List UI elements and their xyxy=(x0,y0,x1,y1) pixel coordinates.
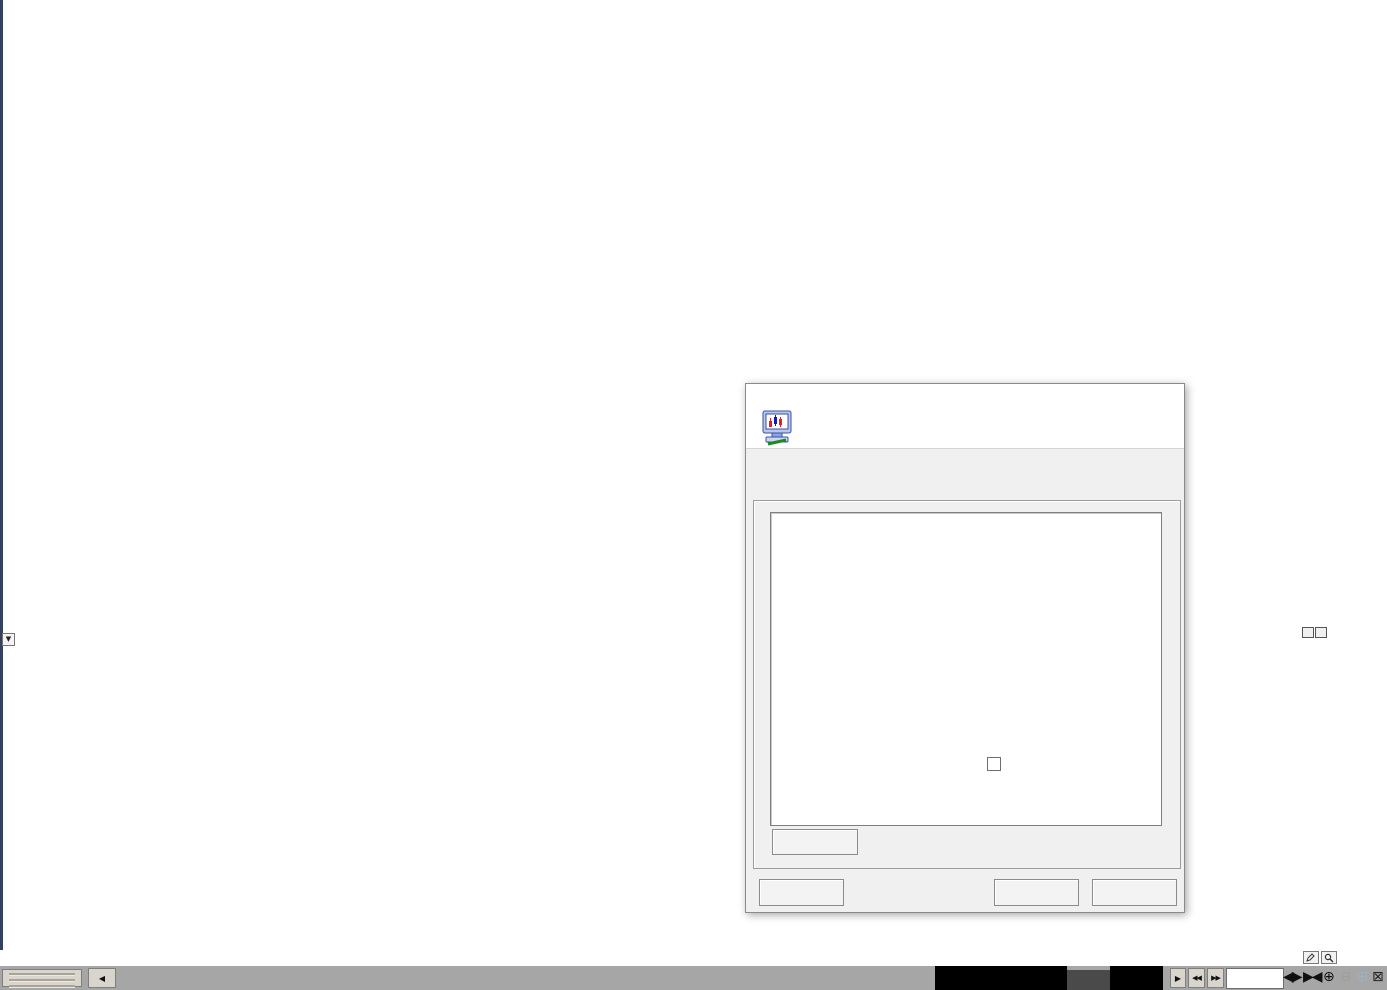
pane-minimize-button[interactable] xyxy=(1302,627,1314,638)
navigator-silhouette xyxy=(117,966,935,990)
navigator-viewport-block2[interactable] xyxy=(1110,966,1163,990)
system-trading-settings-dialog xyxy=(745,383,1185,913)
edit-button[interactable] xyxy=(759,879,844,906)
pane-close-button[interactable] xyxy=(1315,627,1327,638)
scroll-left-button[interactable]: ◀ xyxy=(88,968,116,988)
trading-app-window: ▼ ◀ ▶ ◀◀ ▶▶ ◀▶ ▶◀ ⊕ ⊖ ⊞ ⊠ xyxy=(0,0,1387,990)
checkbox-box[interactable] xyxy=(987,757,1001,771)
zoom-in-icon[interactable]: ⊕ xyxy=(1323,969,1335,986)
save-default-checkbox-row[interactable] xyxy=(987,757,1006,771)
page-forward-button[interactable]: ▶▶ xyxy=(1207,968,1224,988)
time-axis xyxy=(0,950,1387,966)
edit-variables-button[interactable] xyxy=(772,829,858,855)
navigator-recent-bars xyxy=(1067,970,1110,990)
bar-count-input[interactable] xyxy=(1226,968,1284,989)
grid-view-icon[interactable]: ⊞ xyxy=(1356,969,1368,986)
pane-collapse-icon[interactable]: ▼ xyxy=(2,633,15,646)
compress-bars-icon[interactable]: ▶◀ xyxy=(1303,969,1321,986)
expand-bars-icon[interactable]: ◀▶ xyxy=(1283,969,1301,986)
navigator-viewport-block[interactable] xyxy=(935,966,1067,990)
ok-button[interactable] xyxy=(994,879,1079,906)
window-left-edge xyxy=(0,0,3,950)
dialog-titlebar[interactable] xyxy=(746,384,1184,407)
dialog-tab-page xyxy=(753,500,1181,869)
step-forward-button[interactable]: ▶ xyxy=(1170,968,1186,988)
draw-tool-button[interactable] xyxy=(1303,951,1319,964)
zoom-out-icon[interactable]: ⊖ xyxy=(1340,969,1352,986)
chart-scrollbar[interactable]: ◀ ▶ ◀◀ ▶▶ ◀▶ ▶◀ ⊕ ⊖ ⊞ ⊠ xyxy=(0,966,1387,990)
zoom-tool-button[interactable] xyxy=(1321,951,1337,964)
pencil-icon xyxy=(1306,953,1316,962)
lower-pane-header: ▼ xyxy=(2,629,18,646)
variables-table[interactable] xyxy=(770,512,1162,826)
cancel-button[interactable] xyxy=(1092,879,1177,906)
close-box-icon[interactable]: ⊠ xyxy=(1372,969,1384,986)
system-variables-icon xyxy=(760,409,800,447)
magnifier-icon xyxy=(1324,953,1334,963)
page-back-button[interactable]: ◀◀ xyxy=(1188,968,1205,988)
dialog-header xyxy=(746,407,1184,449)
dialog-close-button[interactable] xyxy=(1154,386,1176,404)
scrollbar-grip[interactable] xyxy=(2,969,82,987)
